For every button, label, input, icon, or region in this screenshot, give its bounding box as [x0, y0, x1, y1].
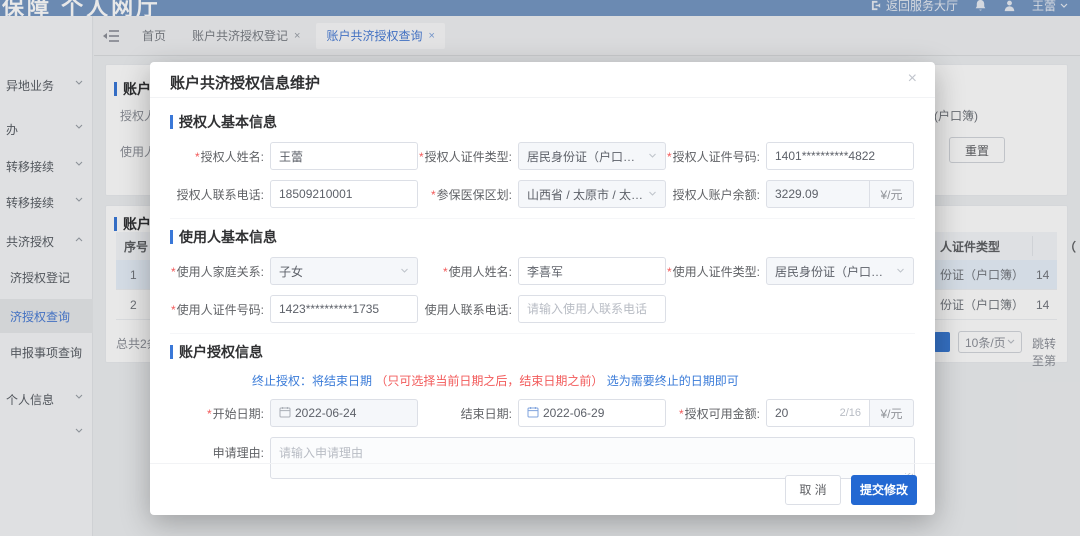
authorizer-phone-field[interactable]: 18509210001: [270, 180, 418, 208]
close-icon[interactable]: ×: [908, 70, 917, 88]
authorizer-name-field[interactable]: 王蕾: [270, 142, 418, 170]
user-phone-input[interactable]: [518, 295, 666, 323]
char-counter: 2/16: [840, 407, 861, 419]
auth-info-maintenance-dialog: 账户共济授权信息维护 × 授权人基本信息 *授权人姓名: 王蕾 *授权人证件类型…: [150, 62, 935, 515]
app-page: 保障 个人网厅 返回服务大厅 王蕾 异地业: [0, 0, 1080, 536]
dialog-footer: 取 消 提交修改: [150, 463, 935, 515]
currency-unit-label: ¥/元: [870, 180, 914, 208]
submit-modify-button[interactable]: 提交修改: [851, 475, 917, 505]
family-relation-select: 子女: [270, 257, 418, 285]
user-name-field[interactable]: 李喜军: [518, 257, 666, 285]
end-date-picker[interactable]: 2022-06-29: [518, 399, 666, 427]
insured-region-select: 山西省 / 太原市 / 太原市市...: [518, 180, 666, 208]
terminate-auth-hint: 终止授权：将结束日期 （只可选择当前日期之后，结束日期之前） 选为需要终止的日期…: [252, 372, 915, 389]
chevron-down-icon: [400, 268, 409, 274]
section-title: 授权人基本信息: [179, 112, 277, 132]
user-cert-no-field[interactable]: 1423**********1735: [270, 295, 418, 323]
cancel-button[interactable]: 取 消: [785, 475, 841, 505]
chevron-down-icon: [896, 268, 905, 274]
currency-unit-label: ¥/元: [870, 399, 914, 427]
calendar-icon: [279, 406, 291, 421]
account-auth-section: 账户授权信息 终止授权：将结束日期 （只可选择当前日期之后，结束日期之前） 选为…: [170, 333, 915, 484]
chevron-down-icon: [648, 191, 657, 197]
available-amount-input[interactable]: 20 2/16: [766, 399, 870, 427]
section-title: 账户授权信息: [179, 342, 263, 362]
dialog-title: 账户共济授权信息维护: [170, 75, 320, 92]
calendar-icon: [527, 406, 539, 421]
section-title: 使用人基本信息: [179, 227, 277, 247]
user-info-section: 使用人基本信息 *使用人家庭关系: 子女 *使用人姓名: 李喜军: [170, 218, 915, 323]
authorizer-cert-no-field[interactable]: 1401**********4822: [766, 142, 914, 170]
chevron-down-icon: [648, 153, 657, 159]
authorizer-cert-type-select: 居民身份证（户口簿）: [518, 142, 666, 170]
authorizer-info-section: 授权人基本信息 *授权人姓名: 王蕾 *授权人证件类型: 居民身份证（户口簿）: [170, 104, 915, 208]
start-date-picker: 2022-06-24: [270, 399, 418, 427]
user-cert-type-select: 居民身份证（户口簿）: [766, 257, 914, 285]
account-balance-field: 3229.09: [766, 180, 870, 208]
